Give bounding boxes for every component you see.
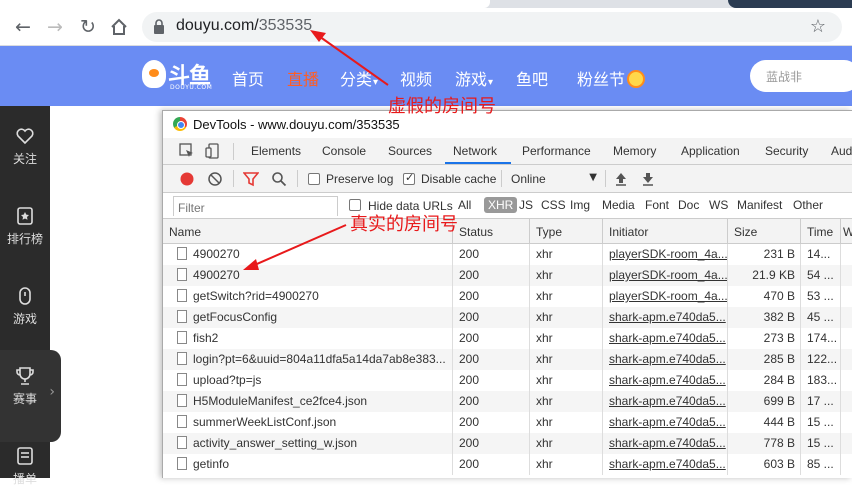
annotation-fake-room: 虚假的房间号 — [388, 96, 496, 117]
arrow-to-url — [315, 33, 389, 86]
arrowhead-icon — [243, 259, 259, 270]
arrow-to-real-id — [249, 224, 347, 268]
annotation-real-room: 真实的房间号 — [350, 214, 458, 235]
annotation-arrows — [243, 30, 389, 270]
